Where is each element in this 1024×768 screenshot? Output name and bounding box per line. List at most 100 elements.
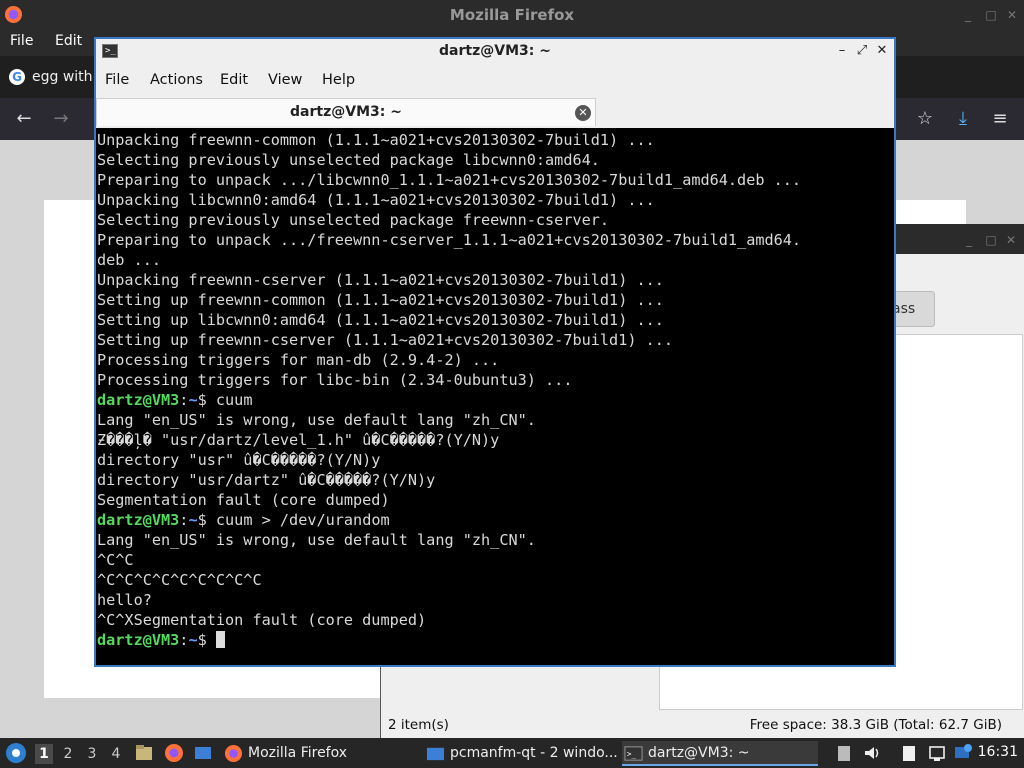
terminal-line: ^C^C^C^C^C^C^C^C^C	[97, 570, 801, 590]
line-text: Segmentation fault (core dumped)	[97, 491, 390, 509]
terminal-window: >_ dartz@VM3: ~ – ⤢ ✕ File Actions Edit …	[94, 37, 896, 667]
terminal-menubar: File Actions Edit View Help	[96, 64, 894, 96]
line-text: hello?	[97, 591, 152, 609]
prompt-path: ~	[188, 391, 198, 409]
menu-help[interactable]: Help	[322, 72, 355, 88]
line-text: Preparing to unpack .../freewnn-cserver_…	[97, 231, 802, 249]
menu-view[interactable]: View	[268, 72, 302, 88]
file-manager-statusbar: 2 item(s) Free space: 38.3 GiB (Total: 6…	[381, 712, 1024, 740]
terminal-window-title: dartz@VM3: ~	[439, 43, 551, 59]
task-firefox[interactable]: Mozilla Firefox	[222, 741, 347, 766]
line-text: $	[197, 631, 216, 649]
line-text: ^C^C	[97, 551, 134, 569]
task-terminal[interactable]: >_ dartz@VM3: ~	[622, 741, 818, 766]
terminal-line: Setting up freewnn-common (1.1.1~a021+cv…	[97, 290, 801, 310]
update-notifier-icon[interactable]	[953, 743, 973, 763]
minimize-icon[interactable]: –	[834, 43, 850, 59]
svg-text:>_: >_	[627, 749, 637, 758]
terminal-line: deb ...	[97, 250, 801, 270]
terminal-output[interactable]: Unpacking freewnn-common (1.1.1~a021+cvs…	[96, 128, 894, 665]
firefox-icon	[224, 744, 243, 763]
menu-edit[interactable]: Edit	[55, 33, 82, 49]
firefox-launcher-icon[interactable]	[164, 743, 184, 763]
line-text: Setting up freewnn-cserver (1.1.1~a021+c…	[97, 331, 674, 349]
line-text: Setting up libcwnn0:amd64 (1.1.1~a021+cv…	[97, 311, 664, 329]
terminal-line: Setting up libcwnn0:amd64 (1.1.1~a021+cv…	[97, 310, 801, 330]
forward-icon[interactable]: →	[50, 108, 72, 130]
terminal-tab[interactable]: dartz@VM3: ~ ✕	[96, 98, 596, 126]
line-text: Selecting previously unselected package …	[97, 211, 610, 229]
clipboard-icon[interactable]	[834, 743, 854, 763]
hamburger-menu-icon[interactable]: ≡	[989, 108, 1011, 130]
workspace-3[interactable]: 3	[83, 744, 101, 764]
volume-icon[interactable]	[862, 743, 882, 763]
terminal-line: Selecting previously unselected package …	[97, 150, 801, 170]
terminal-line: Preparing to unpack .../freewnn-cserver_…	[97, 230, 801, 250]
workspace-2[interactable]: 2	[59, 744, 77, 764]
maximize-icon[interactable]: ⤢	[854, 43, 870, 59]
line-text: directory "usr/dartz" û�C�����?(Y/N)y	[97, 471, 436, 489]
maximize-icon[interactable]: □	[983, 232, 999, 248]
task-label: dartz@VM3: ~	[648, 745, 750, 761]
terminal-line: Ƶ���ļ� "usr/dartz/level_1.h" û�C�����?(Y…	[97, 430, 801, 450]
terminal-titlebar: >_ dartz@VM3: ~ – ⤢ ✕	[96, 39, 894, 64]
clock: 16:31	[977, 744, 1018, 760]
line-text: Unpacking freewnn-common (1.1.1~a021+cvs…	[97, 131, 655, 149]
terminal-line: Lang "en_US" is wrong, use default lang …	[97, 410, 801, 430]
line-text: ^C^C^C^C^C^C^C^C^C	[97, 571, 262, 589]
minimize-icon[interactable]: _	[960, 7, 976, 23]
line-text: directory "usr" û�C�����?(Y/N)y	[97, 451, 381, 469]
minimize-icon[interactable]: _	[961, 232, 977, 248]
terminal-line: hello?	[97, 590, 801, 610]
line-text: Lang "en_US" is wrong, use default lang …	[97, 531, 536, 549]
line-text: Ƶ���ļ� "usr/dartz/level_1.h" û�C�����?(Y…	[97, 431, 500, 449]
browser-tab[interactable]: G egg with	[6, 62, 93, 92]
close-icon[interactable]: ✕	[874, 43, 890, 59]
menu-edit[interactable]: Edit	[220, 72, 248, 88]
workspace-1[interactable]: 1	[35, 744, 53, 764]
back-icon[interactable]: ←	[13, 108, 35, 130]
line-text: Processing triggers for man-db (2.9.4-2)…	[97, 351, 500, 369]
close-icon[interactable]: ✕	[1004, 7, 1020, 23]
start-menu-icon[interactable]	[5, 742, 27, 764]
menu-file[interactable]: File	[10, 33, 33, 49]
bookmark-star-icon[interactable]: ☆	[914, 108, 936, 130]
maximize-icon[interactable]: □	[983, 7, 999, 23]
terminal-prompt-line: dartz@VM3:~$ cuum	[97, 390, 801, 410]
tab-close-icon[interactable]: ✕	[575, 105, 591, 121]
prompt-path: ~	[188, 631, 198, 649]
free-space: Free space: 38.3 GiB (Total: 62.7 GiB)	[749, 717, 1002, 733]
notes-icon[interactable]	[899, 743, 919, 763]
folder-icon	[426, 747, 445, 761]
terminal-line: ^C^C	[97, 550, 801, 570]
line-text: Processing triggers for libc-bin (2.34-0…	[97, 371, 573, 389]
firefox-titlebar: Mozilla Firefox _ □ ✕	[0, 0, 1024, 29]
network-icon[interactable]	[927, 743, 947, 763]
task-label: pcmanfm-qt - 2 windo...	[450, 745, 618, 761]
task-pcmanfm[interactable]: pcmanfm-qt - 2 windo...	[424, 741, 618, 766]
line-text: Preparing to unpack .../libcwnn0_1.1.1~a…	[97, 171, 802, 189]
close-icon[interactable]: ✕	[1003, 232, 1019, 248]
terminal-line: Selecting previously unselected package …	[97, 210, 801, 230]
line-text: $ cuum	[197, 391, 253, 409]
prompt-user: dartz@VM3	[97, 511, 180, 529]
terminal-tabbar: dartz@VM3: ~ ✕	[96, 96, 894, 128]
terminal-line: Unpacking freewnn-cserver (1.1.1~a021+cv…	[97, 270, 801, 290]
menu-actions[interactable]: Actions	[150, 72, 203, 88]
prompt-user: dartz@VM3	[97, 391, 180, 409]
line-text: Setting up freewnn-common (1.1.1~a021+cv…	[97, 291, 664, 309]
terminal-prompt-line: dartz@VM3:~$	[97, 630, 801, 650]
terminal-line: Lang "en_US" is wrong, use default lang …	[97, 530, 801, 550]
terminal-line: Setting up freewnn-cserver (1.1.1~a021+c…	[97, 330, 801, 350]
google-icon: G	[9, 69, 25, 85]
show-desktop-icon[interactable]	[193, 743, 213, 763]
terminal-line: Preparing to unpack .../libcwnn0_1.1.1~a…	[97, 170, 801, 190]
download-icon[interactable]: ⤓	[952, 108, 974, 130]
line-text: Selecting previously unselected package …	[97, 151, 600, 169]
terminal-cursor	[215, 631, 225, 648]
menu-file[interactable]: File	[105, 72, 129, 88]
terminal-lines: Unpacking freewnn-common (1.1.1~a021+cvs…	[97, 130, 801, 650]
firefox-window-title: Mozilla Firefox	[449, 6, 575, 24]
workspace-4[interactable]: 4	[107, 744, 125, 764]
file-manager-launcher-icon[interactable]	[134, 743, 154, 763]
